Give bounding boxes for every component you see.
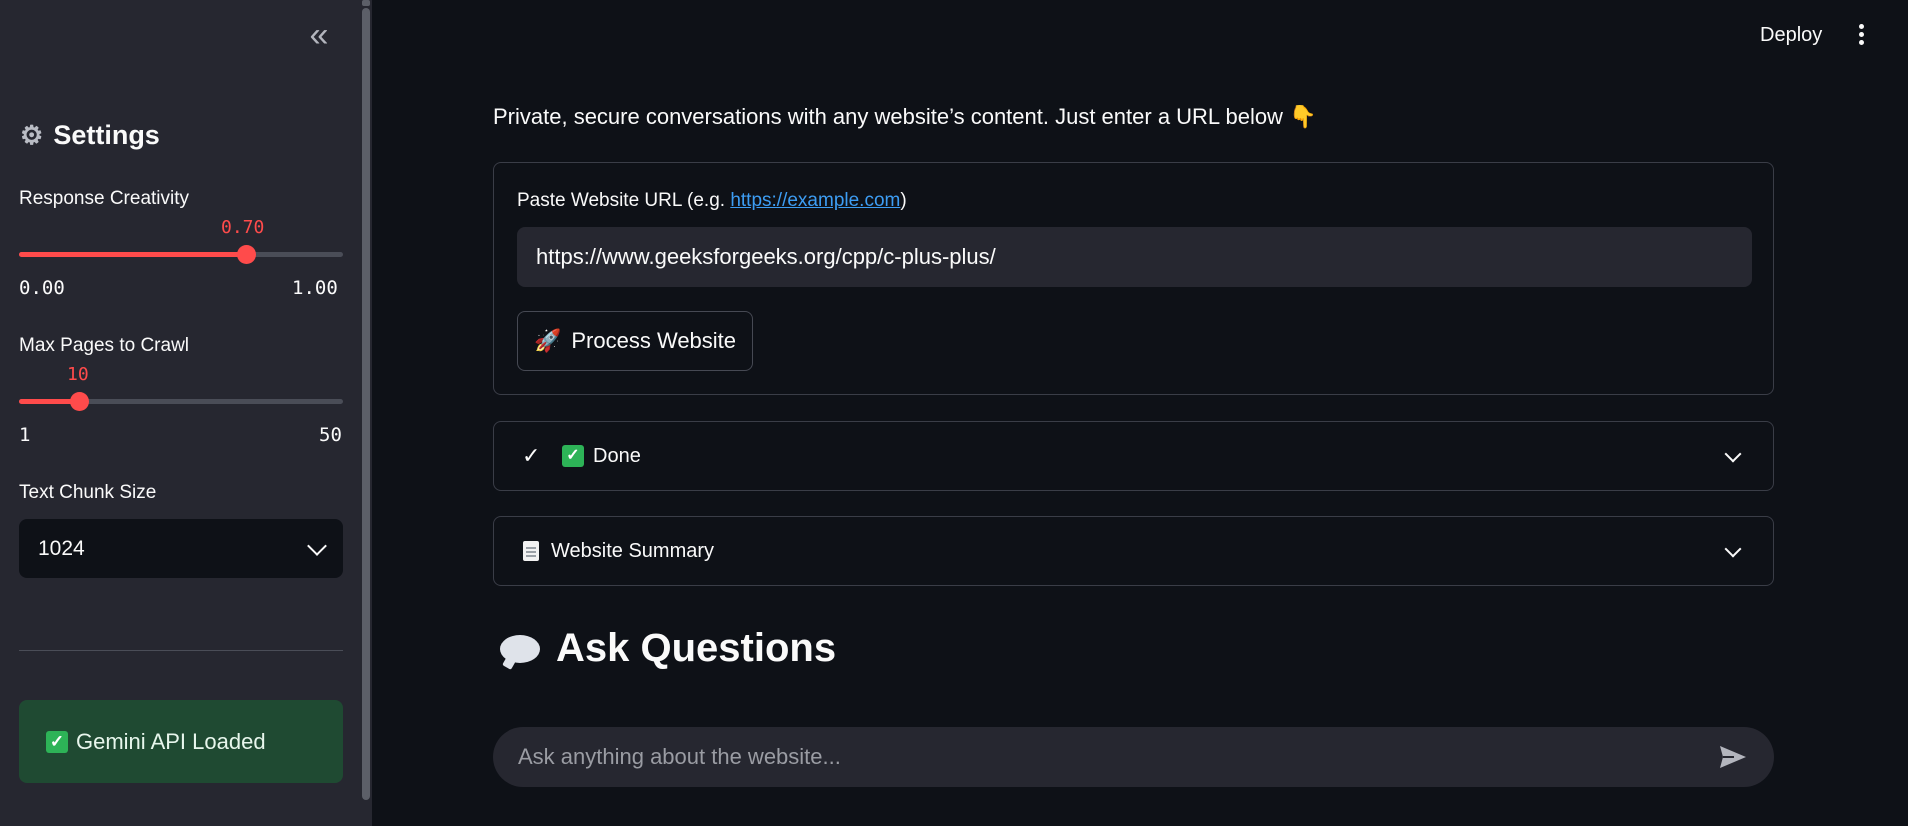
process-button-label: Process Website [571,328,737,353]
sidebar: « ⚙ Settings Response Creativity 0.70 0.… [0,0,372,826]
chat-input[interactable]: Ask anything about the website... [493,727,1774,787]
url-label-suffix: ) [900,190,907,211]
scrollbar-up-arrow[interactable] [362,0,370,6]
creativity-max: 1.00 [292,277,338,299]
url-label-prefix: Paste Website URL (e.g. [517,190,731,211]
chunk-size-select[interactable]: 1024 [19,519,343,578]
scrollbar-thumb[interactable] [362,8,370,800]
creativity-value: 0.70 [221,217,265,238]
ask-questions-title: Ask Questions [556,626,837,670]
gear-icon: ⚙ [20,120,44,150]
settings-title: Settings [53,120,160,150]
max-pages-max: 50 [319,424,342,446]
chevron-down-icon [307,535,327,556]
done-label: Done [593,444,641,467]
url-form: Paste Website URL (e.g. https://example.… [493,162,1774,395]
url-input[interactable]: https://www.geeksforgeeks.org/cpp/c-plus… [517,227,1752,287]
max-pages-slider[interactable] [19,392,343,411]
creativity-slider-thumb[interactable] [236,245,256,264]
sidebar-divider [19,650,343,651]
summary-label: Website Summary [551,539,715,562]
collapse-sidebar-icon[interactable]: « [302,18,336,54]
document-icon [523,541,539,561]
max-pages-label: Max Pages to Crawl [19,335,190,356]
api-status-text: Gemini API Loaded [76,728,266,754]
done-status-expander[interactable]: ✓ ✓ Done [493,421,1774,491]
chevron-down-icon [1724,445,1742,463]
website-summary-expander[interactable]: Website Summary [493,516,1774,586]
speech-bubble-icon [500,634,540,663]
rocket-icon: 🚀 [533,328,562,353]
deploy-button[interactable]: Deploy [1760,24,1822,47]
example-link[interactable]: https://example.com [730,190,900,211]
process-website-button[interactable]: 🚀 Process Website [517,311,753,371]
max-pages-slider-thumb[interactable] [69,392,89,411]
chunk-size-value: 1024 [38,536,85,560]
check-mark-icon: ✓ [46,730,68,753]
chat-placeholder: Ask anything about the website... [518,744,841,769]
check-box-icon: ✓ [562,445,584,467]
chunk-size-label: Text Chunk Size [19,482,157,503]
creativity-label: Response Creativity [19,188,190,209]
max-pages-min: 1 [19,424,31,446]
checkmark-icon: ✓ [522,443,541,468]
kebab-menu-icon[interactable] [1851,24,1871,48]
creativity-slider-fill [19,252,246,257]
intro-text: Private, secure conversations with any w… [493,104,1317,129]
chevron-down-icon [1724,540,1742,558]
max-pages-value: 10 [67,364,89,385]
api-status-alert: ✓ Gemini API Loaded [19,700,343,783]
send-icon[interactable] [1718,744,1748,770]
settings-heading: ⚙ Settings [20,120,160,151]
url-field-label: Paste Website URL (e.g. https://example.… [517,190,907,212]
creativity-min: 0.00 [19,277,65,299]
creativity-slider[interactable] [19,245,343,264]
ask-questions-heading: Ask Questions [500,626,836,671]
